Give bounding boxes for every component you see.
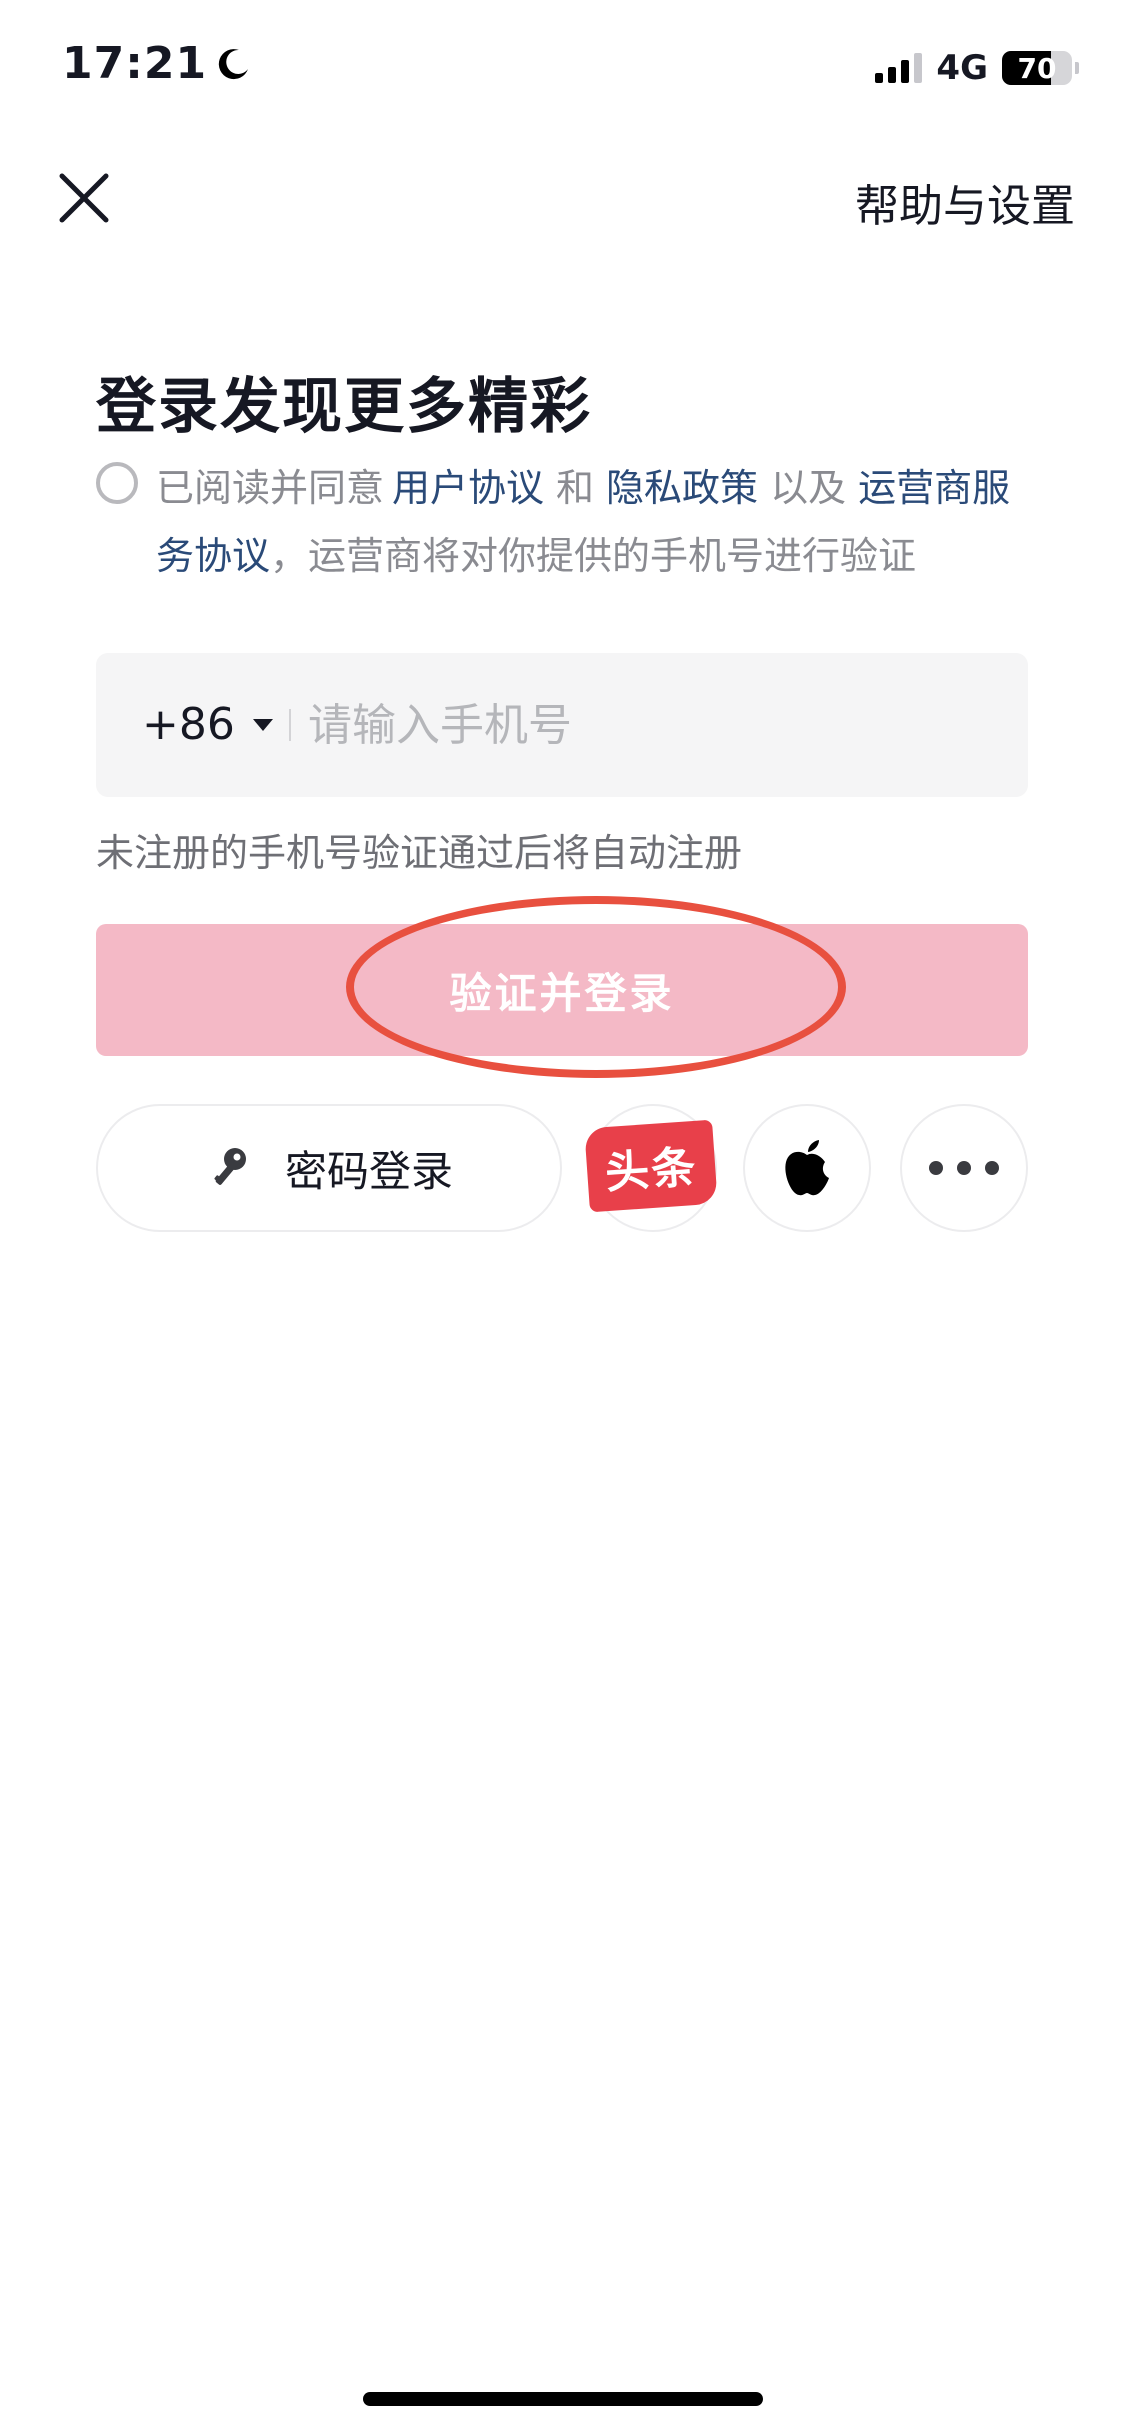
- agreement-as-well-as: 以及: [770, 466, 847, 510]
- auto-register-hint: 未注册的手机号验证通过后将自动注册: [96, 831, 743, 875]
- country-code: +86: [142, 699, 235, 750]
- user-agreement-link[interactable]: 用户协议: [392, 466, 544, 510]
- battery-icon: 70: [1002, 51, 1079, 85]
- agreement-checkbox[interactable]: [96, 462, 138, 504]
- agreement-comma: ，: [270, 534, 309, 578]
- privacy-policy-link[interactable]: 隐私政策: [606, 466, 758, 510]
- phone-number-input[interactable]: [308, 691, 988, 759]
- status-time-text: 17:21: [62, 38, 208, 89]
- apple-icon: [785, 1140, 829, 1196]
- toutiao-label: 头条: [603, 1141, 699, 1200]
- agreement-prefix: 已阅读并同意: [156, 466, 385, 510]
- password-login-button[interactable]: 密码登录: [96, 1104, 562, 1232]
- network-type: 4G: [936, 48, 988, 88]
- dropdown-arrow-icon: [252, 718, 273, 731]
- moon-icon: [218, 48, 249, 79]
- phone-input-box: +86: [96, 653, 1028, 797]
- divider: [289, 709, 291, 741]
- toutiao-login-button[interactable]: 头条: [584, 1104, 718, 1232]
- help-settings-link[interactable]: 帮助与设置: [855, 170, 1075, 234]
- page-title: 登录发现更多精彩: [96, 372, 592, 442]
- red-annotation-circle: [346, 896, 846, 1078]
- agreement-and: 和: [556, 466, 595, 510]
- toutiao-logo: 头条: [584, 1119, 718, 1213]
- apple-login-button[interactable]: [743, 1104, 871, 1232]
- agreement-text: 已阅读并同意 用户协议和隐私政策 以及 运营商服务协议，运营商将对你提供的手机号进行验…: [156, 454, 1016, 590]
- status-time: 17:21: [62, 38, 251, 89]
- more-login-options-button[interactable]: [900, 1104, 1028, 1232]
- password-login-label: 密码登录: [284, 1146, 453, 1196]
- agreement-suffix: 运营商将对你提供的手机号进行验证: [308, 534, 917, 578]
- status-indicators: 4G 70: [875, 48, 1079, 88]
- signal-icon: [875, 53, 923, 83]
- more-icon: [929, 1161, 999, 1175]
- battery-percent: 70: [1017, 51, 1057, 85]
- key-icon: [214, 1148, 246, 1185]
- country-code-selector[interactable]: +86: [142, 699, 273, 750]
- home-indicator: [363, 2392, 763, 2406]
- close-icon[interactable]: [56, 170, 112, 226]
